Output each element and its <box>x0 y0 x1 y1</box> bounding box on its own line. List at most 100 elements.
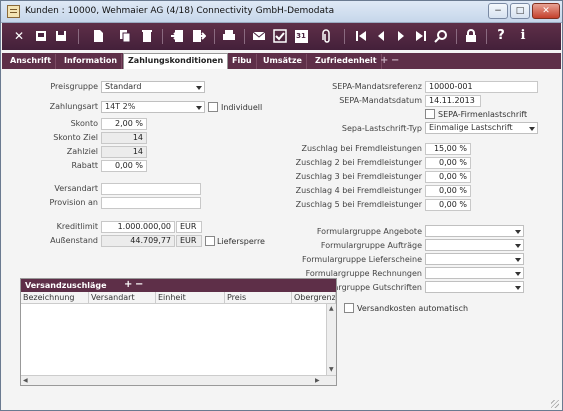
tab-information[interactable]: Information <box>60 54 123 69</box>
resize-grip-icon[interactable] <box>551 400 559 408</box>
versandkosten-checkbox[interactable] <box>344 303 354 313</box>
kreditlimit-field[interactable]: 1.000.000,00 <box>101 221 175 233</box>
formular-auftraege-select[interactable] <box>425 239 524 251</box>
content-area: Preisgruppe Standard Zahlungsart 14T 2% … <box>2 69 561 410</box>
chevron-down-icon <box>515 258 521 262</box>
formular-rechnungen-select[interactable] <box>425 267 524 279</box>
check-icon[interactable] <box>271 27 289 45</box>
rabatt-field[interactable]: 0,00 % <box>101 160 147 172</box>
tab-zufriedenheit[interactable]: Zufriedenheit <box>311 54 382 69</box>
versandzuschlaege-header: Versandzuschläge + − <box>21 279 336 292</box>
last-icon[interactable] <box>412 27 430 45</box>
help-icon[interactable]: ? <box>492 27 510 45</box>
versandzuschlaege-title: Versandzuschläge <box>25 281 107 290</box>
tab-anschrift[interactable]: Anschrift <box>6 54 57 69</box>
tab-zahlungskonditionen[interactable]: Zahlungskonditionen <box>123 53 229 70</box>
zuschlag-1-field[interactable]: 15,00 % <box>425 143 471 155</box>
formular-gutschriften-select[interactable] <box>425 281 524 293</box>
attach-dropdown-icon[interactable] <box>314 27 338 45</box>
close-icon[interactable]: ✕ <box>10 27 28 45</box>
add-row-button[interactable]: + <box>124 279 132 291</box>
kreditlimit-label: Kreditlimit <box>56 222 98 231</box>
close-window-button[interactable]: ✕ <box>532 3 560 19</box>
chevron-down-icon <box>515 286 521 290</box>
calendar-icon[interactable]: 31 <box>292 27 310 45</box>
zahlungsart-select[interactable]: 14T 2% <box>101 101 205 113</box>
remove-tab-button[interactable]: − <box>391 54 399 68</box>
import-icon[interactable] <box>168 27 186 45</box>
tab-umsaetze[interactable]: Umsätze <box>259 54 307 69</box>
chevron-down-icon <box>515 244 521 248</box>
minimize-button[interactable]: − <box>488 3 508 19</box>
export-icon[interactable] <box>190 27 208 45</box>
mail-icon[interactable] <box>250 27 268 45</box>
copy-icon[interactable] <box>116 27 134 45</box>
chevron-down-icon <box>196 86 202 90</box>
zuschlag-2-field[interactable]: 0,00 % <box>425 157 471 169</box>
individuell-label: Individuell <box>221 103 263 112</box>
zahlziel-field[interactable]: 14 <box>101 146 147 158</box>
skonto-ziel-field[interactable]: 14 <box>101 132 147 144</box>
provision-label: Provision an <box>49 198 98 207</box>
zuschlag-4-label: Zuschlag 4 bei Fremdleistunger <box>295 186 422 195</box>
chevron-down-icon <box>515 272 521 276</box>
column-preis[interactable]: Preis <box>225 292 292 304</box>
sepa-firmenlastschrift-checkbox[interactable] <box>425 109 435 119</box>
skonto-field[interactable]: 2,00 % <box>101 118 147 130</box>
next-icon[interactable] <box>392 27 410 45</box>
preisgruppe-label: Preisgruppe <box>50 82 98 91</box>
zuschlag-3-field[interactable]: 0,00 % <box>425 171 471 183</box>
prev-icon[interactable] <box>372 27 390 45</box>
preisgruppe-select[interactable]: Standard <box>101 81 205 93</box>
info-icon[interactable]: i <box>514 27 532 45</box>
versandart-label: Versandart <box>54 184 98 193</box>
sepa-datum-label: SEPA-Mandatsdatum <box>339 96 422 105</box>
individuell-checkbox[interactable] <box>208 102 218 112</box>
scroll-right-icon[interactable]: ▶ <box>315 377 320 385</box>
liefersperre-checkbox[interactable] <box>205 236 215 246</box>
zahlziel-label: Zahlziel <box>66 147 98 156</box>
chevron-down-icon <box>515 230 521 234</box>
new-icon[interactable] <box>32 27 50 45</box>
sepa-datum-field[interactable]: 14.11.2013 <box>425 95 481 107</box>
provision-field[interactable] <box>101 197 201 209</box>
zuschlag-4-field[interactable]: 0,00 % <box>425 185 471 197</box>
toolbar: ✕ 31 ? i <box>2 23 561 50</box>
column-versandart[interactable]: Versandart <box>89 292 156 304</box>
formular-lieferscheine-select[interactable] <box>425 253 524 265</box>
sepa-typ-label: Sepa-Lastschrift-Typ <box>341 124 422 133</box>
zuschlag-5-field[interactable]: 0,00 % <box>425 199 471 211</box>
lock-icon[interactable] <box>462 27 480 45</box>
versandkosten-label: Versandkosten automatisch <box>357 304 469 313</box>
column-einheit[interactable]: Einheit <box>156 292 225 304</box>
column-bezeichnung[interactable]: Bezeichnung <box>21 292 89 304</box>
sepa-firmenlastschrift-label: SEPA-Firmenlastschrift <box>438 110 528 119</box>
aussenstand-field: 44.709,77 <box>101 235 175 247</box>
sepa-typ-select[interactable]: Einmalige Lastschrift <box>425 122 538 134</box>
add-tab-button[interactable]: + <box>380 54 388 68</box>
formular-angebote-select[interactable] <box>425 225 524 237</box>
document-dropdown-icon[interactable] <box>86 27 110 45</box>
sepa-ref-field[interactable]: 10000-001 <box>425 81 538 93</box>
print-icon[interactable] <box>220 27 238 45</box>
zuschlag-5-label: Zuschlag 5 bei Fremdleistunger <box>295 200 422 209</box>
tab-bar: Anschrift Information Zahlungskonditione… <box>2 53 561 70</box>
save-icon[interactable] <box>52 27 70 45</box>
scroll-left-icon[interactable]: ◀ <box>23 377 28 385</box>
vertical-scrollbar[interactable]: ▲ ▼ <box>326 304 336 375</box>
kreditlimit-currency: EUR <box>176 221 202 233</box>
title-bar[interactable]: Kunden : 10000, Wehmaier AG (4/18) Conne… <box>1 1 562 23</box>
formular-auftraege-label: Formulargruppe Aufträge <box>320 241 422 250</box>
delete-icon[interactable] <box>138 27 156 45</box>
tab-fibu[interactable]: Fibu <box>228 54 257 69</box>
versandart-field[interactable] <box>101 183 201 195</box>
scroll-up-icon[interactable]: ▲ <box>329 305 334 313</box>
scroll-down-icon[interactable]: ▼ <box>329 366 334 374</box>
search-icon[interactable] <box>432 27 450 45</box>
horizontal-scrollbar[interactable]: ◀ ▶ <box>21 375 336 385</box>
remove-row-button[interactable]: − <box>135 279 143 291</box>
first-icon[interactable] <box>352 27 370 45</box>
skonto-ziel-label: Skonto Ziel <box>53 133 98 142</box>
column-obergrenze[interactable]: Obergrenze <box>292 292 336 304</box>
maximize-button[interactable]: □ <box>510 3 530 19</box>
